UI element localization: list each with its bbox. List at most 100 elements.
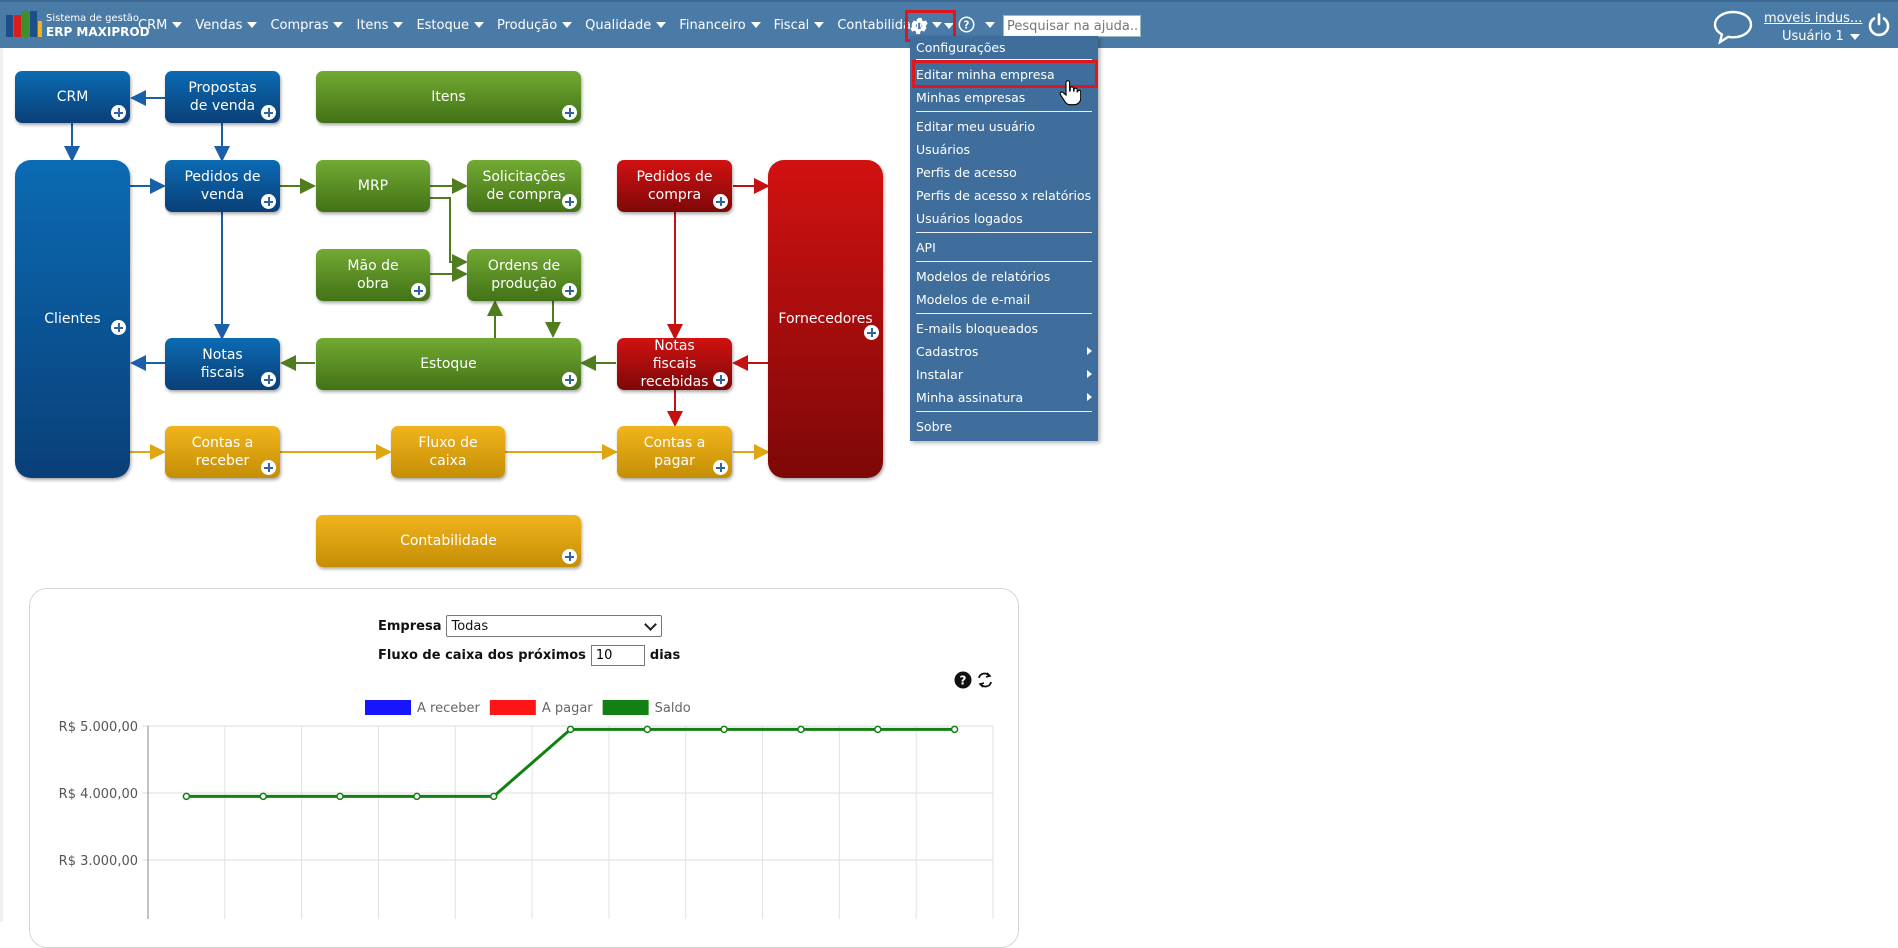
node-mao-de-obra[interactable]: Mão de obra bbox=[316, 249, 430, 301]
data-point bbox=[566, 725, 575, 734]
menu-estoque[interactable]: Estoque bbox=[416, 18, 484, 33]
menu-divider bbox=[916, 411, 1092, 412]
logo-subtitle: Sistema de gestão bbox=[46, 13, 140, 24]
hand-pointer-icon bbox=[1059, 80, 1081, 106]
menu-item-cadastros[interactable]: Cadastros bbox=[910, 340, 1098, 362]
node-estoque[interactable]: Estoque bbox=[316, 338, 581, 390]
menu-fiscal[interactable]: Fiscal bbox=[774, 18, 825, 33]
node-fluxo-caixa[interactable]: Fluxo de caixa bbox=[391, 426, 505, 478]
menu-vendas[interactable]: Vendas bbox=[195, 17, 258, 33]
caret-down-icon bbox=[247, 22, 258, 28]
node-ordens-producao[interactable]: Ordens de produção bbox=[467, 249, 581, 301]
user-menu[interactable]: Usuário 1 bbox=[1782, 29, 1860, 44]
menu-item-perfis-relatorios[interactable]: Perfis de acesso x relatórios bbox=[910, 184, 1098, 206]
node-contas-pagar[interactable]: Contas a pagar bbox=[617, 426, 732, 478]
menu-item-label: E-mails bloqueados bbox=[916, 320, 1039, 336]
node-notas-recebidas[interactable]: Notas fiscais recebidas bbox=[617, 338, 732, 390]
menu-crm[interactable]: CRM bbox=[138, 18, 183, 33]
node-mrp[interactable]: MRP bbox=[316, 160, 430, 212]
menu-compras[interactable]: Compras bbox=[270, 18, 344, 33]
add-icon[interactable] bbox=[713, 460, 728, 475]
menu-itens[interactable]: Itens bbox=[356, 18, 404, 33]
node-fornecedores[interactable]: Fornecedores bbox=[768, 160, 883, 478]
menu-item-modelos-relatorios[interactable]: Modelos de relatórios bbox=[910, 265, 1098, 287]
data-point bbox=[720, 725, 728, 734]
menu-producao[interactable]: Produção bbox=[496, 17, 573, 33]
node-propostas-venda[interactable]: Propostas de venda bbox=[165, 71, 280, 123]
add-icon[interactable] bbox=[562, 194, 577, 209]
menu-vendas-label: Vendas bbox=[195, 17, 243, 33]
node-clientes-label: Clientes bbox=[44, 311, 101, 327]
data-point bbox=[874, 725, 882, 734]
menu-item-instalar[interactable]: Instalar bbox=[910, 363, 1098, 385]
menu-item-configuracoes[interactable]: Configurações bbox=[910, 36, 1098, 58]
menu-item-api[interactable]: API bbox=[910, 236, 1098, 258]
add-icon[interactable] bbox=[713, 194, 728, 209]
menu-item-label: Usuários bbox=[916, 141, 971, 157]
node-solicitacoes-compra[interactable]: Solicitações de compra bbox=[467, 160, 581, 212]
add-icon[interactable] bbox=[111, 105, 126, 120]
add-icon[interactable] bbox=[411, 283, 426, 298]
menu-divider bbox=[916, 111, 1092, 112]
data-point bbox=[643, 725, 652, 734]
node-pedidos-venda[interactable]: Pedidos de venda bbox=[165, 160, 280, 212]
caret-down-icon bbox=[562, 22, 573, 28]
power-icon[interactable] bbox=[1866, 12, 1892, 38]
menu-item-sobre[interactable]: Sobre bbox=[910, 415, 1098, 437]
add-icon[interactable] bbox=[111, 320, 126, 335]
menu-producao-label: Produção bbox=[496, 17, 558, 33]
y-tick-label: R$ 5.000,00 bbox=[59, 720, 138, 735]
caret-down-icon bbox=[814, 22, 825, 28]
add-icon[interactable] bbox=[562, 372, 577, 387]
logo-title: ERP MAXIPROD bbox=[46, 25, 150, 39]
menu-financeiro[interactable]: Financeiro bbox=[679, 18, 761, 33]
legend-label: A receber bbox=[417, 701, 480, 716]
menu-item-label: Minhas empresas bbox=[916, 89, 1026, 105]
caret-down-icon bbox=[172, 22, 183, 28]
menu-qualidade-label: Qualidade bbox=[585, 17, 652, 33]
node-crm[interactable]: CRM bbox=[15, 71, 130, 123]
menu-item-modelos-email[interactable]: Modelos de e-mail bbox=[910, 288, 1098, 310]
node-estoque-label: Estoque bbox=[420, 356, 477, 372]
menu-item-perfis-acesso[interactable]: Perfis de acesso bbox=[910, 161, 1098, 183]
add-icon[interactable] bbox=[562, 283, 577, 298]
node-pedidos-compra[interactable]: Pedidos de compra bbox=[617, 160, 732, 212]
add-icon[interactable] bbox=[562, 549, 577, 564]
menu-fiscal-label: Fiscal bbox=[773, 17, 810, 33]
add-icon[interactable] bbox=[261, 105, 276, 120]
node-contabilidade[interactable]: Contabilidade bbox=[316, 515, 581, 567]
menu-qualidade[interactable]: Qualidade bbox=[585, 17, 667, 33]
menu-item-emails-bloqueados[interactable]: E-mails bloqueados bbox=[910, 317, 1098, 339]
menu-item-label: Sobre bbox=[916, 418, 953, 434]
add-icon[interactable] bbox=[261, 194, 276, 209]
node-contas-receber[interactable]: Contas a receber bbox=[165, 426, 280, 478]
node-crm-label: CRM bbox=[56, 89, 89, 105]
menu-estoque-label: Estoque bbox=[416, 17, 469, 33]
menu-item-label: Instalar bbox=[916, 366, 963, 382]
maxiprod-logo[interactable]: Sistema de gestão ERP MAXIPROD bbox=[6, 11, 150, 41]
node-itens[interactable]: Itens bbox=[316, 71, 581, 123]
menu-item-usuarios-logados[interactable]: Usuários logados bbox=[910, 207, 1098, 229]
company-link[interactable]: moveis indus... bbox=[1764, 11, 1862, 26]
menu-item-editar-usuario[interactable]: Editar meu usuário bbox=[910, 115, 1098, 137]
add-icon[interactable] bbox=[261, 372, 276, 387]
help-search-input[interactable] bbox=[1003, 15, 1141, 37]
add-icon[interactable] bbox=[562, 105, 577, 120]
help-menu-button[interactable]: ? bbox=[958, 16, 995, 33]
menu-item-label: Usuários logados bbox=[916, 210, 1023, 226]
add-icon[interactable] bbox=[864, 325, 879, 340]
menu-item-label: API bbox=[916, 239, 936, 255]
node-notas-fiscais[interactable]: Notas fiscais bbox=[165, 338, 280, 390]
menu-item-label: Editar minha empresa bbox=[916, 66, 1055, 82]
data-point bbox=[182, 792, 191, 801]
menu-item-usuarios[interactable]: Usuários bbox=[910, 138, 1098, 160]
menu-item-minha-assinatura[interactable]: Minha assinatura bbox=[910, 386, 1098, 408]
chat-bubble-icon[interactable] bbox=[1712, 9, 1754, 45]
node-mrp-label: MRP bbox=[357, 178, 389, 194]
cashflow-panel: Empresa Todas Fluxo de caixa dos próximo… bbox=[29, 588, 1019, 948]
node-fluxo-caixa-label: Fluxo de caixa bbox=[418, 435, 478, 469]
caret-down-icon bbox=[656, 22, 667, 28]
add-icon[interactable] bbox=[261, 460, 276, 475]
add-icon[interactable] bbox=[713, 372, 728, 387]
node-clientes[interactable]: Clientes bbox=[15, 160, 130, 478]
